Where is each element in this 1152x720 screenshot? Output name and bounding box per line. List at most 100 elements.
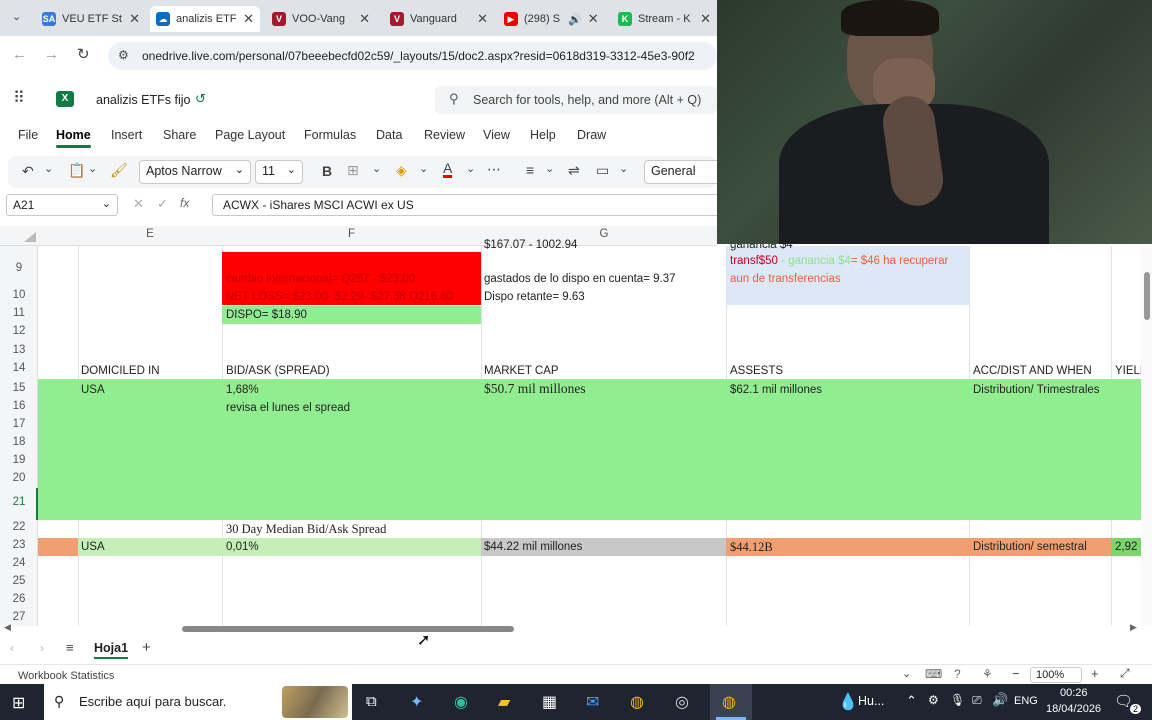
cell-f15[interactable]: 1,68%: [224, 381, 259, 399]
select-all-corner[interactable]: [24, 232, 36, 242]
cell-h9[interactable]: transf$50 - ganancia $4= $46 ha recupera…: [728, 252, 948, 270]
cell-g10[interactable]: Dispo retante= 9.63: [482, 288, 585, 306]
search-box[interactable]: ⚲ Search for tools, help, and more (Alt …: [435, 86, 717, 114]
tab-formulas[interactable]: Formulas: [304, 128, 356, 142]
close-icon[interactable]: ✕: [129, 11, 140, 27]
weather-text[interactable]: Hu...: [858, 694, 884, 708]
row-header-26[interactable]: 26: [0, 593, 38, 605]
cell-i15[interactable]: Distribution/ Trimestrales: [971, 381, 1100, 399]
chevron-down-icon[interactable]: ⌄: [419, 162, 428, 175]
next-sheet-icon[interactable]: ›: [40, 641, 44, 655]
prev-sheet-icon[interactable]: ‹: [10, 641, 14, 655]
taskbar-search-box[interactable]: ⚲ Escribe aquí para buscar.: [44, 684, 352, 720]
column-header-e[interactable]: E: [78, 228, 222, 246]
tab-insert[interactable]: Insert: [111, 128, 142, 142]
all-sheets-icon[interactable]: ≡: [66, 640, 74, 655]
clock-date[interactable]: 18/04/2026: [1046, 703, 1101, 715]
row-header-17[interactable]: 17: [0, 418, 38, 430]
speaker-icon[interactable]: 🔊: [568, 13, 582, 26]
font-color-icon[interactable]: A: [443, 161, 453, 178]
name-box[interactable]: A21 ⌄: [6, 194, 118, 216]
cell-g8-overflow[interactable]: $167.07 - 1002.94: [482, 236, 577, 254]
volume-icon[interactable]: 🔊: [992, 692, 1008, 708]
chevron-down-icon[interactable]: ⌄: [44, 162, 53, 175]
tab-view[interactable]: View: [483, 128, 510, 142]
row-header-10[interactable]: 10: [0, 289, 38, 301]
font-size-dropdown[interactable]: 11 ⌄: [255, 160, 303, 184]
add-sheet-icon[interactable]: +: [142, 639, 151, 656]
paste-icon[interactable]: 📋: [68, 162, 85, 179]
cell-f22[interactable]: 30 Day Median Bid/Ask Spread: [224, 520, 386, 538]
cell-f14[interactable]: BID/ASK (SPREAD): [224, 362, 330, 380]
cell-e23[interactable]: USA: [79, 538, 105, 556]
browser-tab-voo[interactable]: V VOO-Vang ✕: [266, 6, 376, 32]
back-arrow-icon[interactable]: ←: [12, 46, 27, 63]
cell-h15[interactable]: $62.1 mil millones: [728, 381, 822, 399]
format-painter-icon[interactable]: 🖌: [110, 162, 128, 179]
tab-data[interactable]: Data: [376, 128, 402, 142]
url-bar[interactable]: ⚙ onedrive.live.com/personal/07beeebecfd…: [108, 42, 717, 70]
sheet-tab-hoja1[interactable]: Hoja1: [94, 641, 129, 659]
cell-e15[interactable]: USA: [79, 381, 105, 399]
scroll-left-icon[interactable]: ◀: [4, 622, 11, 633]
cell-f16[interactable]: revisa el lunes el spread: [224, 399, 350, 417]
feedback-icon[interactable]: ⚘: [982, 667, 993, 681]
chevron-down-icon[interactable]: ⌄: [545, 162, 554, 175]
chevron-down-icon[interactable]: ⌄: [88, 162, 97, 175]
reload-icon[interactable]: ↻: [77, 45, 90, 63]
fill-color-icon[interactable]: ◈: [396, 162, 407, 179]
cell-g14[interactable]: MARKET CAP: [482, 362, 559, 380]
file-name[interactable]: analizis ETFs fijo: [96, 93, 190, 107]
cell-i14[interactable]: ACC/DIST AND WHEN: [971, 362, 1092, 380]
cell-h23[interactable]: $44.12B: [728, 538, 773, 556]
row-header-15[interactable]: 15: [0, 382, 38, 394]
zoom-dropdown[interactable]: 100%: [1030, 667, 1082, 683]
formula-input[interactable]: ACWX - iShares MSCI ACWI ex US: [212, 194, 717, 216]
tab-share[interactable]: Share: [163, 128, 196, 142]
undo-icon[interactable]: ↶: [22, 163, 34, 180]
cell-h10[interactable]: aun de transferencias: [728, 270, 841, 288]
tab-page-layout[interactable]: Page Layout: [215, 128, 285, 142]
help-icon[interactable]: ?: [954, 667, 961, 681]
browser-tab-youtube[interactable]: ▶ (298) S 🔊 ✕: [498, 6, 608, 32]
chevron-down-icon[interactable]: ⌄: [902, 667, 911, 680]
chevron-down-icon[interactable]: ⌄: [466, 162, 475, 175]
network-icon[interactable]: ⎚: [972, 693, 982, 708]
cell-e14[interactable]: DOMICILED IN: [79, 362, 160, 380]
close-icon[interactable]: ✕: [243, 11, 254, 27]
row-header-18[interactable]: 18: [0, 436, 38, 448]
chrome-icon[interactable]: ◍: [630, 692, 644, 712]
close-icon[interactable]: ✕: [477, 11, 488, 27]
cell-g23[interactable]: $44.22 mil millones: [482, 538, 582, 556]
task-view-icon[interactable]: ⧉: [366, 693, 377, 710]
browser-tab-analizis[interactable]: ☁ analizis ETF ✕: [150, 6, 260, 32]
wrap-text-icon[interactable]: ⇌: [568, 162, 580, 179]
row-header-22[interactable]: 22: [0, 521, 38, 533]
column-header-f[interactable]: F: [222, 228, 481, 246]
browser-tab-veu[interactable]: SA VEU ETF St ✕: [36, 6, 146, 32]
cell-j14[interactable]: YIELD: [1113, 362, 1141, 380]
edge-icon[interactable]: ◉: [454, 692, 468, 712]
cell-i23[interactable]: Distribution/ semestral: [971, 538, 1087, 556]
fullscreen-icon[interactable]: ⤢: [1120, 666, 1130, 681]
zoom-in-icon[interactable]: +: [1091, 666, 1099, 681]
tab-review[interactable]: Review: [424, 128, 465, 142]
browser-tab-vanguard[interactable]: V Vanguard ✕: [384, 6, 494, 32]
row-header-23[interactable]: 23: [0, 539, 38, 551]
horizontal-scrollbar[interactable]: ◀ ▶: [0, 622, 1152, 634]
cancel-icon[interactable]: ✕: [133, 196, 144, 212]
cell-j23[interactable]: 2,92: [1113, 538, 1141, 556]
language-indicator[interactable]: ENG: [1014, 695, 1038, 707]
confirm-icon[interactable]: ✓: [157, 196, 168, 212]
row-header-9[interactable]: 9: [0, 262, 38, 274]
workbook-statistics[interactable]: Workbook Statistics: [18, 670, 114, 682]
cell-f11[interactable]: DISPO= $18.90: [224, 306, 307, 324]
number-format-dropdown[interactable]: General: [644, 160, 724, 184]
row-header-21[interactable]: 21: [0, 496, 38, 508]
close-icon[interactable]: ✕: [700, 11, 711, 27]
row-header-25[interactable]: 25: [0, 575, 38, 587]
mail-icon[interactable]: ✉: [586, 692, 599, 712]
cell-h14[interactable]: ASSESTS: [728, 362, 783, 380]
row-header-12[interactable]: 12: [0, 325, 38, 337]
borders-icon[interactable]: ⊞: [347, 162, 359, 179]
